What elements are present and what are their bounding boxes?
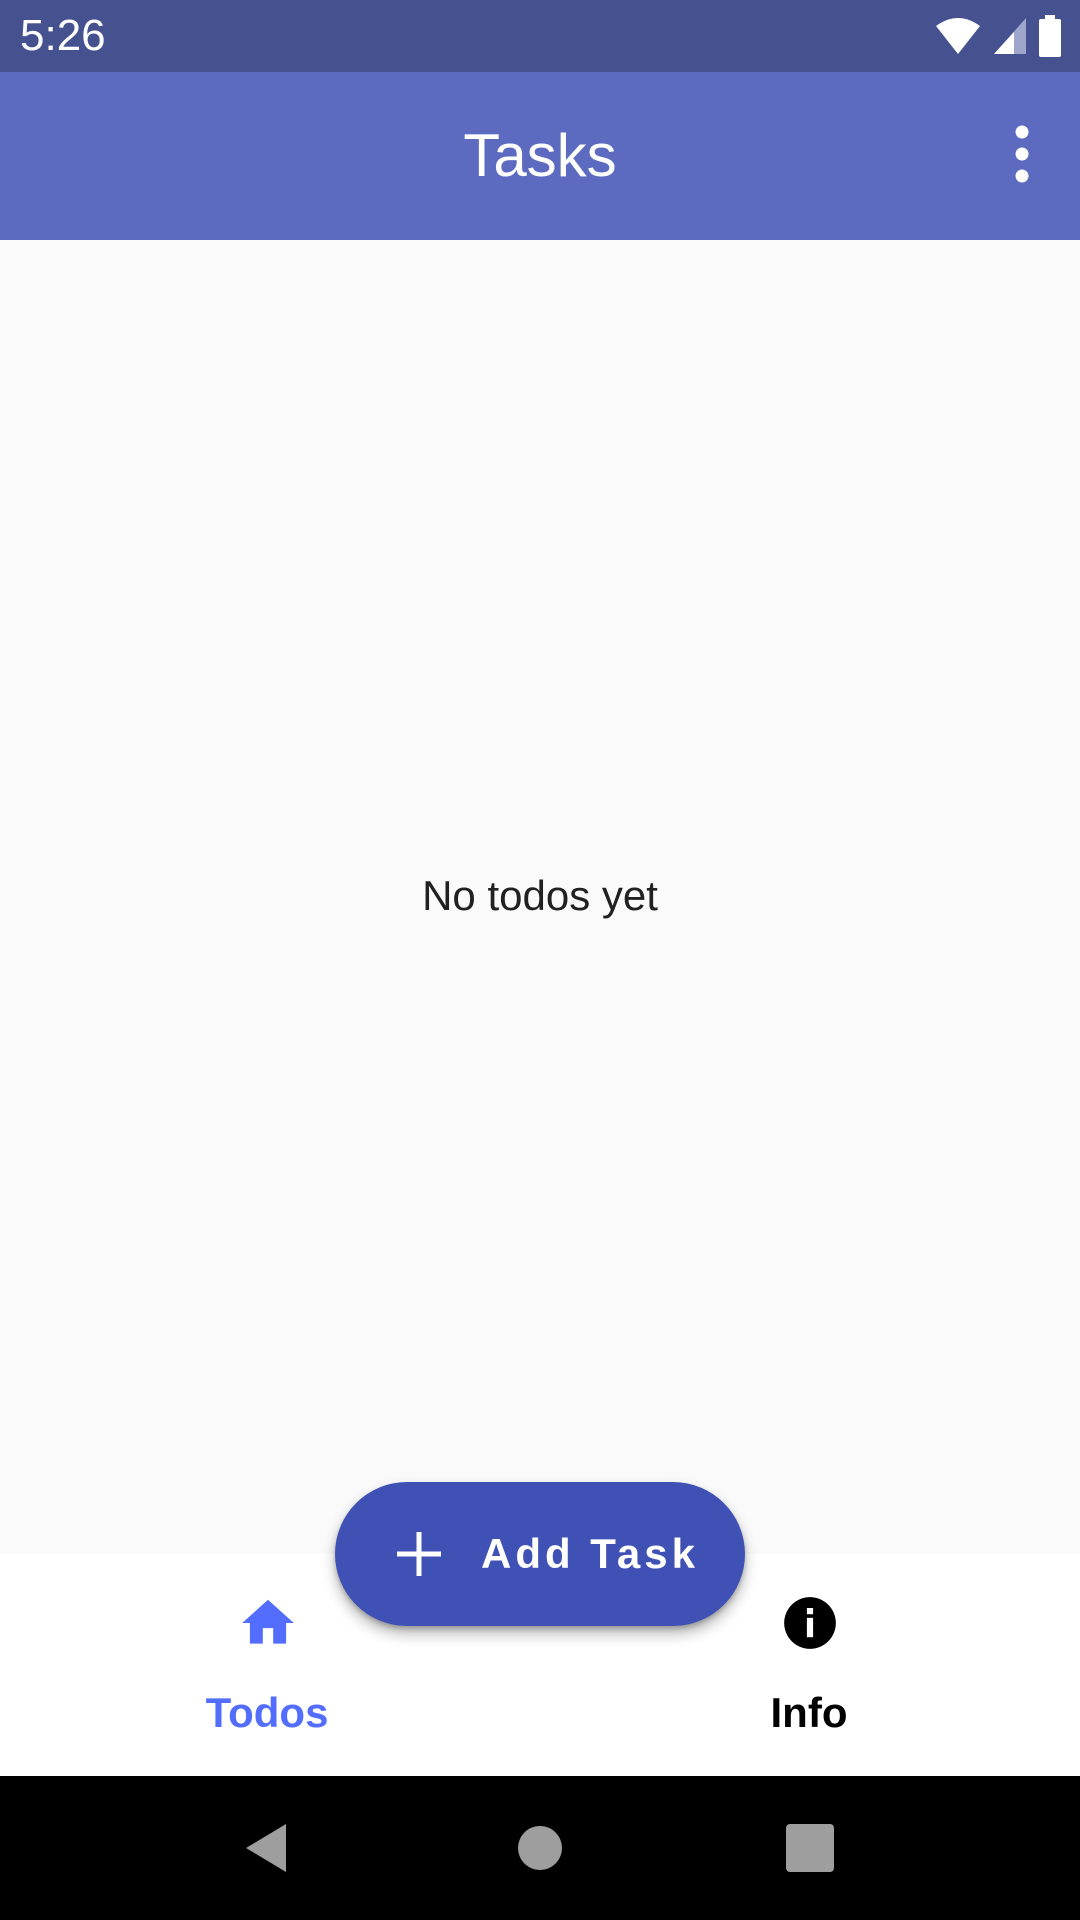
- status-time: 5:26: [20, 11, 106, 60]
- app-screen: 5:26 Tasks No todos yet Todos Info Add T…: [0, 0, 1080, 1920]
- add-task-button[interactable]: Add Task: [335, 1482, 745, 1626]
- status-icons: [934, 14, 1062, 58]
- empty-state-message: No todos yet: [422, 872, 658, 919]
- status-bar: 5:26: [0, 0, 1080, 72]
- home-circle-icon[interactable]: [514, 1822, 566, 1874]
- app-bar: Tasks: [0, 72, 1080, 240]
- add-task-label: Add Task: [481, 1530, 699, 1577]
- battery-icon: [1039, 15, 1061, 57]
- back-icon[interactable]: [242, 1822, 294, 1874]
- bottom-nav-label-info: Info: [770, 1689, 848, 1736]
- bottom-nav-label-todos: Todos: [205, 1689, 329, 1736]
- plus-icon: [397, 1532, 441, 1576]
- recents-icon[interactable]: [784, 1822, 836, 1874]
- home-icon: [242, 1599, 294, 1644]
- wifi-icon: [936, 18, 980, 54]
- system-navigation-bar: [0, 1776, 1080, 1920]
- page-title: Tasks: [463, 122, 617, 189]
- overflow-menu-button[interactable]: [994, 124, 1050, 184]
- info-icon: [784, 1597, 836, 1649]
- overflow-menu-icon: [1015, 125, 1029, 183]
- todo-list-area: No todos yet: [0, 240, 1080, 1554]
- cell-signal-icon: [994, 18, 1026, 54]
